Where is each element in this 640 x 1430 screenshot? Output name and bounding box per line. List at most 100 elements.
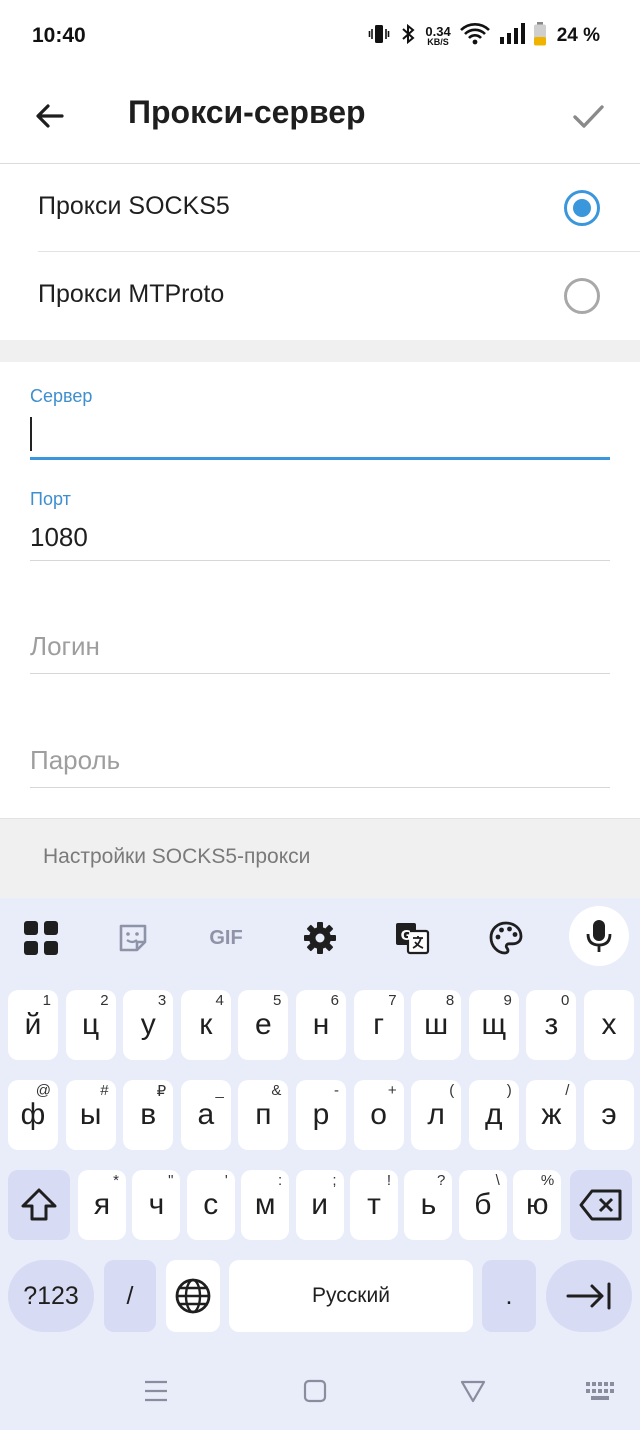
key-letter: ш <box>424 1008 449 1041</box>
home-button[interactable] <box>300 1376 330 1406</box>
symbols-key[interactable]: ?123 <box>8 1260 94 1332</box>
key-hint: ' <box>224 1172 228 1189</box>
back-nav-button[interactable] <box>458 1376 488 1406</box>
key-hint: 6 <box>330 992 339 1009</box>
letter-key[interactable]: с ' <box>186 1170 235 1240</box>
key-hint: ? <box>437 1172 446 1189</box>
letter-key[interactable]: в ₽ <box>123 1080 174 1150</box>
letter-key[interactable]: ш8 <box>411 990 462 1060</box>
bluetooth-icon <box>399 22 417 51</box>
key-hint: ₽ <box>156 1083 167 1100</box>
letter-key[interactable]: ф @ <box>8 1080 58 1150</box>
password-input[interactable]: Пароль <box>30 740 610 780</box>
backspace-key[interactable] <box>570 1170 632 1240</box>
apps-grid-button[interactable] <box>19 916 63 960</box>
letter-key[interactable]: м: <box>241 1170 290 1240</box>
login-field[interactable]: Логин <box>30 626 610 674</box>
letter-key[interactable]: н6 <box>296 990 346 1060</box>
proxy-option-mtproto[interactable]: Прокси MTProto <box>0 252 640 340</box>
key-letter: ц <box>82 1008 100 1041</box>
letter-key[interactable]: к4 <box>180 990 231 1060</box>
key-hint: 7 <box>388 992 397 1009</box>
letter-key[interactable]: о + <box>353 1080 404 1150</box>
letter-key[interactable]: г7 <box>353 990 404 1060</box>
password-field-underline <box>30 787 610 788</box>
port-field[interactable]: Порт 1080 <box>30 489 610 561</box>
server-input[interactable] <box>30 412 610 452</box>
letter-key[interactable]: х <box>584 990 634 1060</box>
key-hint: 1 <box>42 992 51 1009</box>
server-field[interactable]: Сервер <box>30 386 610 460</box>
port-input[interactable]: 1080 <box>30 517 610 557</box>
letter-key[interactable]: ж / <box>526 1080 577 1150</box>
key-hint: ! <box>386 1172 391 1189</box>
key-hint: 8 <box>445 992 455 1009</box>
network-speed-unit: KB/S <box>427 37 449 47</box>
key-hint: & <box>271 1082 282 1099</box>
letter-key[interactable]: р- <box>296 1080 346 1150</box>
letter-key[interactable]: а _ <box>180 1080 231 1150</box>
letter-key[interactable]: у3 <box>123 990 174 1060</box>
letter-key[interactable]: э <box>584 1080 634 1150</box>
letter-key[interactable]: б \ <box>458 1170 507 1240</box>
proxy-option-socks5[interactable]: Прокси SOCKS5 <box>0 164 640 252</box>
gif-button[interactable]: GIF <box>203 916 249 960</box>
tab-next-key[interactable] <box>546 1260 632 1332</box>
keyboard-icon <box>586 1382 614 1400</box>
key-letter: я <box>93 1188 111 1221</box>
backspace-icon <box>579 1189 622 1221</box>
letter-key[interactable]: л( <box>411 1080 462 1150</box>
voice-input-button[interactable] <box>569 906 629 966</box>
settings-button[interactable] <box>298 916 342 960</box>
translate-button[interactable]: G <box>390 916 434 960</box>
globe-icon <box>175 1278 211 1314</box>
menu-lines-icon <box>145 1380 167 1402</box>
password-field[interactable]: Пароль <box>30 740 610 788</box>
radio-button-selected[interactable] <box>564 190 600 226</box>
key-hint: \ <box>495 1172 500 1189</box>
slash-key[interactable]: / <box>104 1260 156 1332</box>
shift-key[interactable] <box>8 1170 70 1240</box>
sticker-button[interactable] <box>111 916 155 960</box>
letter-key[interactable]: щ9 <box>468 990 519 1060</box>
letter-key[interactable]: з0 <box>526 990 577 1060</box>
settings-note-section: Настройки SOCKS5-прокси <box>0 818 640 898</box>
theme-button[interactable] <box>484 916 528 960</box>
key-letter: н <box>312 1008 330 1041</box>
recent-apps-button[interactable] <box>141 1376 171 1406</box>
period-key[interactable]: . <box>482 1260 536 1332</box>
system-navigation-bar <box>0 1352 640 1430</box>
key-letter: з <box>544 1008 559 1041</box>
letter-key[interactable]: ь? <box>404 1170 453 1240</box>
key-letter: т <box>367 1188 381 1221</box>
letter-key[interactable]: ц2 <box>65 990 116 1060</box>
gear-icon <box>304 922 336 954</box>
radio-button-unselected[interactable] <box>564 278 600 314</box>
key-hint: * <box>113 1172 119 1189</box>
letter-key[interactable]: т! <box>350 1170 398 1240</box>
key-letter: щ <box>481 1008 507 1041</box>
letter-key[interactable]: е5 <box>238 990 289 1060</box>
letter-key[interactable]: й1 <box>8 990 58 1060</box>
page-title: Прокси-сервер <box>128 94 366 130</box>
key-letter: ь <box>420 1188 437 1221</box>
key-hint: ; <box>332 1172 337 1189</box>
save-button[interactable] <box>566 94 610 138</box>
letter-key[interactable]: п & <box>238 1080 289 1150</box>
letter-key[interactable]: ы # <box>65 1080 116 1150</box>
space-key[interactable]: Русский <box>229 1260 473 1332</box>
language-key[interactable] <box>166 1260 220 1332</box>
keyboard-switch-button[interactable] <box>584 1376 616 1406</box>
letter-key[interactable]: я * <box>78 1170 126 1240</box>
palette-icon <box>489 921 523 955</box>
key-letter: в <box>140 1098 157 1131</box>
letter-key[interactable]: ч " <box>132 1170 181 1240</box>
letter-key[interactable]: ю% <box>513 1170 562 1240</box>
login-input[interactable]: Логин <box>30 626 610 666</box>
key-letter: р <box>312 1098 330 1131</box>
letter-key[interactable]: д) <box>468 1080 519 1150</box>
letter-key[interactable]: и; <box>295 1170 344 1240</box>
back-button[interactable] <box>28 94 72 138</box>
key-letter: у <box>140 1008 156 1041</box>
key-letter: о <box>370 1098 387 1131</box>
